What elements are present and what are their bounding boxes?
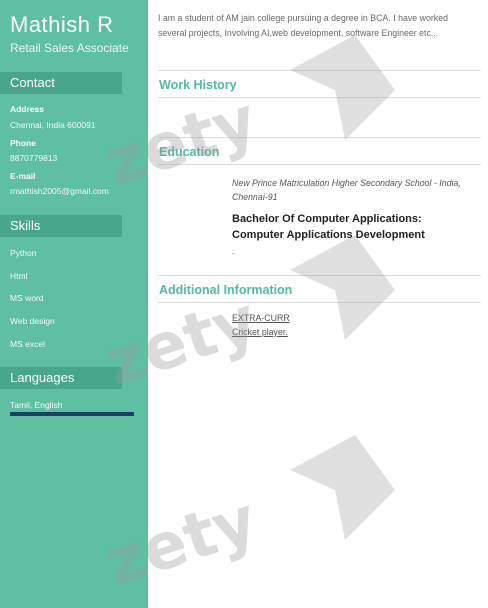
additional-info-line: EXTRA-CURR xyxy=(232,313,290,323)
skill-item: MS word xyxy=(10,293,44,303)
section-divider xyxy=(158,97,481,98)
section-divider xyxy=(158,275,481,276)
skill-item: Html xyxy=(10,271,28,281)
phone-label: Phone xyxy=(10,138,36,148)
candidate-role: Retail Sales Associate xyxy=(10,41,129,55)
education-heading: Education xyxy=(159,145,220,159)
additional-info-line: Cricket player. xyxy=(232,327,288,337)
education-school: New Prince Matriculation Higher Secondar… xyxy=(232,178,461,202)
skill-item: MS excel xyxy=(10,339,45,349)
profile-summary: I am a student of AM jain college pursui… xyxy=(158,13,448,38)
phone-value: 8870779813 xyxy=(10,153,58,163)
address-label: Address xyxy=(10,104,45,114)
languages-heading: Languages xyxy=(0,367,122,389)
email-label: E-mail xyxy=(10,171,36,181)
language-level-bar xyxy=(10,412,134,416)
sidebar: Mathish R Retail Sales Associate Contact… xyxy=(0,0,148,608)
skill-item: Python xyxy=(10,248,37,258)
address-value: Chennai, India 600091 xyxy=(10,120,96,130)
contact-heading: Contact xyxy=(0,72,122,94)
resume-page: Mathish R Retail Sales Associate Contact… xyxy=(0,0,488,608)
education-degree: Bachelor Of Computer Applications: Compu… xyxy=(232,213,425,241)
section-divider xyxy=(158,70,481,71)
main-content: I am a student of AM jain college pursui… xyxy=(148,0,488,608)
education-note: . xyxy=(232,246,235,256)
additional-info-heading: Additional Information xyxy=(159,283,293,297)
section-divider xyxy=(158,164,481,165)
skills-heading: Skills xyxy=(0,215,122,237)
language-level-fill xyxy=(10,412,134,416)
languages-value: Tamil, English xyxy=(10,400,63,410)
work-history-heading: Work History xyxy=(159,78,237,92)
section-divider xyxy=(158,302,481,303)
candidate-name: Mathish R xyxy=(10,12,114,37)
skill-item: Web design xyxy=(10,316,55,326)
section-divider xyxy=(158,137,481,138)
email-value[interactable]: rmathish2005@gmail.com xyxy=(10,186,109,196)
